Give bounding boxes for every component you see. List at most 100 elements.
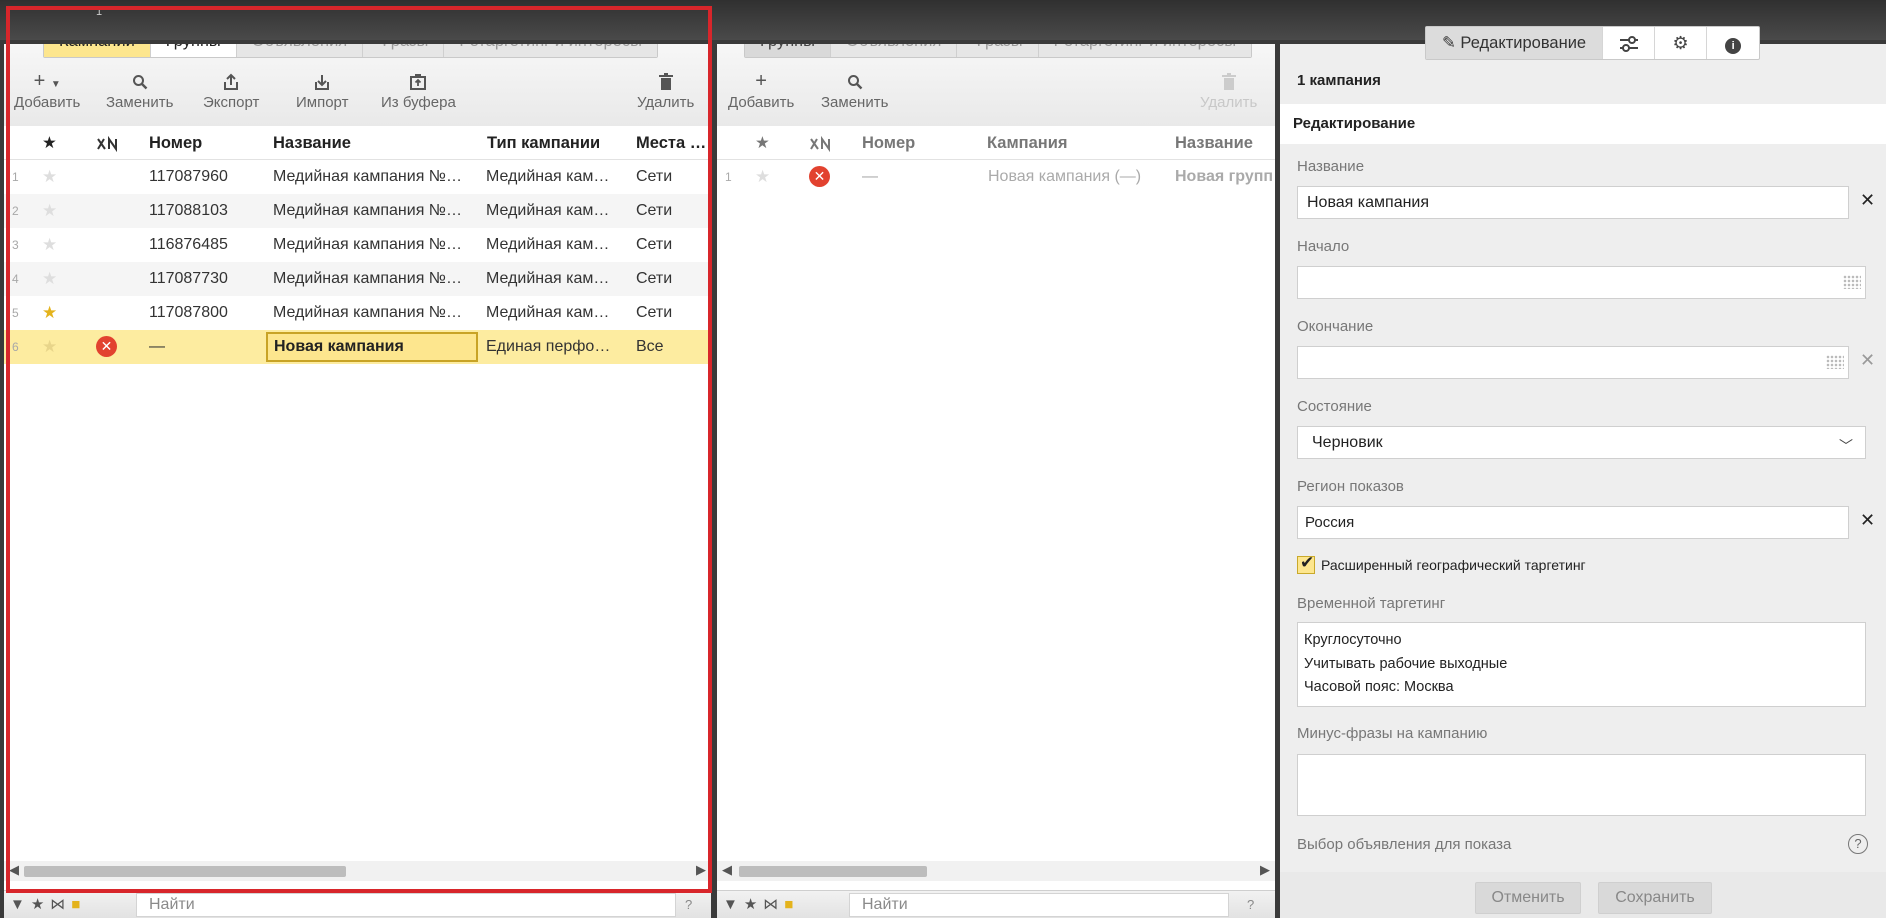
tab-groups[interactable]: Группы — [745, 44, 831, 57]
status-column-icon[interactable] — [96, 126, 118, 160]
type-column-header[interactable]: Тип кампании — [487, 126, 600, 160]
start-date-input[interactable] — [1297, 266, 1866, 299]
tab-ads[interactable]: Объявления — [236, 44, 364, 57]
star-icon[interactable]: ★ — [42, 330, 57, 365]
status-column-icon[interactable] — [809, 126, 831, 160]
campaigns-pane-header: Кампании Группы Объявления Фразы Ретарге… — [4, 44, 711, 126]
filter-icons[interactable]: ▼★⋈■ — [10, 891, 86, 918]
search-icon — [821, 68, 888, 94]
ad-choice-label: Выбор объявления для показа — [1297, 836, 1512, 853]
tab-ads[interactable]: Объявления — [830, 44, 958, 57]
table-row[interactable]: 1 ★ 117087960 Медийная кампания №… Медий… — [4, 160, 711, 194]
tab-campaigns[interactable]: Кампании — [44, 44, 151, 57]
places-column-header[interactable]: Места … — [636, 126, 708, 160]
favorite-column-header[interactable]: ★ — [42, 126, 57, 160]
help-icon[interactable]: ? — [685, 891, 692, 918]
groups-grid-header: ★ Номер Кампания Название — [717, 126, 1275, 160]
plus-icon: + ▼ — [33, 70, 61, 92]
campaigns-filter-bar: ▼★⋈■ Найти ? — [4, 890, 711, 918]
clear-region-icon[interactable]: ✕ — [1860, 510, 1875, 531]
geo-targeting-checkbox[interactable] — [1297, 553, 1315, 574]
name-cell-editing[interactable]: Новая кампания — [266, 332, 478, 362]
clear-name-icon[interactable]: ✕ — [1860, 190, 1875, 211]
tab-groups[interactable]: Группы — [150, 44, 237, 57]
filter-icons[interactable]: ▼★⋈■ — [723, 891, 799, 918]
chevron-down-icon: ﹀ — [1839, 438, 1853, 454]
pencil-icon: ✎ — [1442, 34, 1456, 52]
help-icon[interactable]: ? — [1247, 891, 1254, 918]
scroll-right-icon[interactable]: ▶ — [1260, 862, 1270, 878]
name-column-header[interactable]: Название — [1175, 126, 1253, 160]
scrollbar-thumb[interactable] — [739, 866, 927, 877]
end-label: Окончание — [1297, 318, 1374, 335]
scroll-left-icon[interactable]: ◀ — [9, 862, 19, 878]
groups-pane-header: Группы Объявления Фразы Ретаргетинг и ин… — [717, 44, 1275, 126]
campaign-column-header[interactable]: Кампания — [987, 126, 1068, 160]
horizontal-scrollbar[interactable]: ◀ ▶ — [717, 861, 1275, 881]
star-icon[interactable]: ★ — [42, 296, 57, 331]
time-targeting-label: Временной таргетинг — [1297, 595, 1446, 612]
star-icon[interactable]: ★ — [42, 228, 57, 263]
scroll-left-icon[interactable]: ◀ — [722, 862, 732, 878]
delete-button[interactable]: Удалить — [637, 68, 694, 111]
calendar-icon[interactable] — [1843, 275, 1861, 289]
import-button[interactable]: Импорт — [296, 68, 348, 111]
replace-button[interactable]: Заменить — [106, 68, 173, 111]
table-row-selected[interactable]: 6 ★ ✕ — Новая кампания Единая перфо… Все — [4, 330, 711, 364]
scroll-right-icon[interactable]: ▶ — [696, 862, 706, 878]
trash-icon — [637, 68, 694, 94]
calendar-icon[interactable] — [1826, 355, 1844, 369]
add-button[interactable]: + ▼ Добавить — [14, 68, 80, 111]
clipboard-icon — [381, 68, 456, 94]
name-label: Название — [1297, 158, 1365, 175]
search-input[interactable]: Найти — [849, 893, 1229, 917]
help-icon[interactable]: ? — [1848, 834, 1868, 854]
tab-phrases[interactable]: Фразы — [957, 44, 1039, 57]
table-row[interactable]: 4 ★ 117087730 Медийная кампания №… Медий… — [4, 262, 711, 296]
name-input[interactable]: Новая кампания — [1297, 186, 1849, 219]
star-icon[interactable]: ★ — [42, 262, 57, 297]
scrollbar-thumb[interactable] — [24, 866, 346, 877]
minus-phrases-label: Минус-фразы на кампанию — [1297, 725, 1488, 742]
tab-info[interactable]: i — [1707, 27, 1759, 59]
groups-pane: Группы Объявления Фразы Ретаргетинг и ин… — [717, 44, 1275, 918]
error-icon: ✕ — [809, 160, 830, 194]
minus-phrases-textarea[interactable] — [1297, 754, 1866, 816]
table-row[interactable]: 1 ★ ✕ — Новая кампания (—) Новая групп — [717, 160, 1275, 194]
campaigns-tabs: Кампании Группы Объявления Фразы Ретарге… — [43, 44, 658, 58]
star-icon[interactable]: ★ — [42, 160, 57, 195]
tab-retargeting[interactable]: Ретаргетинг и интересы — [444, 44, 657, 57]
delete-button[interactable]: Удалить — [1200, 68, 1257, 111]
end-date-input[interactable] — [1297, 346, 1849, 379]
tab-filters[interactable] — [1603, 27, 1656, 59]
number-column-header[interactable]: Номер — [149, 126, 202, 160]
tab-retargeting[interactable]: Ретаргетинг и интересы — [1038, 44, 1252, 57]
sliders-icon — [1619, 33, 1639, 53]
favorite-column-header[interactable]: ★ — [755, 126, 770, 160]
tab-edit[interactable]: ✎ Редактирование — [1426, 27, 1604, 59]
horizontal-scrollbar[interactable]: ◀ ▶ — [4, 861, 711, 881]
state-select[interactable]: Черновик ﹀ — [1297, 426, 1866, 459]
table-row[interactable]: 5 ★ 117087800 Медийная кампания №… Медий… — [4, 296, 711, 330]
clear-end-date-icon[interactable]: ✕ — [1860, 350, 1875, 371]
search-input[interactable]: Найти — [136, 893, 676, 917]
tab-settings[interactable]: ⚙ — [1655, 27, 1708, 59]
add-button[interactable]: + Добавить — [728, 68, 794, 111]
cancel-button[interactable]: Отменить — [1475, 882, 1581, 914]
region-label: Регион показов — [1297, 478, 1404, 495]
from-clipboard-button[interactable]: Из буфера — [381, 68, 456, 111]
error-icon: ✕ — [96, 330, 117, 364]
star-icon[interactable]: ★ — [755, 160, 770, 195]
time-targeting-box[interactable]: Круглосуточно Учитывать рабочие выходные… — [1297, 622, 1866, 707]
region-input[interactable]: Россия — [1297, 506, 1849, 539]
table-row[interactable]: 3 ★ 116876485 Медийная кампания №… Медий… — [4, 228, 711, 262]
table-row[interactable]: 2 ★ 117088103 Медийная кампания №… Медий… — [4, 194, 711, 228]
campaigns-toolbar: + ▼ Добавить Заменить Экспорт Импорт Из … — [4, 68, 711, 124]
name-column-header[interactable]: Название — [273, 126, 351, 160]
export-button[interactable]: Экспорт — [203, 68, 259, 111]
number-column-header[interactable]: Номер — [862, 126, 915, 160]
save-button[interactable]: Сохранить — [1598, 882, 1712, 914]
star-icon[interactable]: ★ — [42, 194, 57, 229]
tab-phrases[interactable]: Фразы — [363, 44, 445, 57]
replace-button[interactable]: Заменить — [821, 68, 888, 111]
